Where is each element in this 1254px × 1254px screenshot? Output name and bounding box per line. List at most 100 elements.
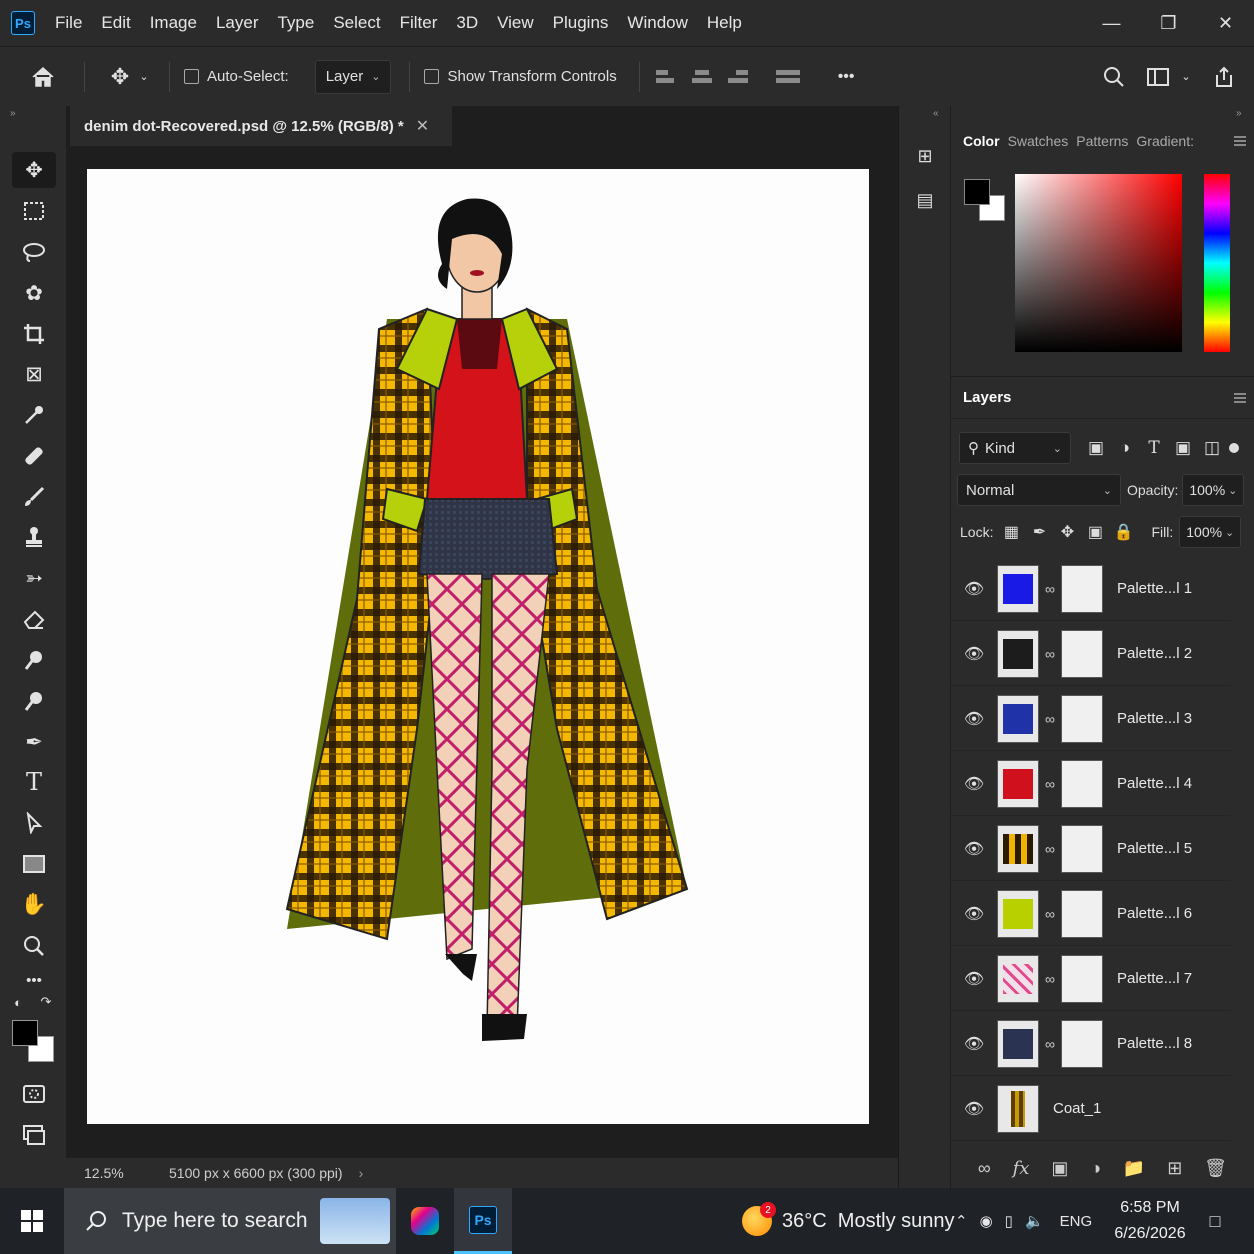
chain-link-icon[interactable]: ∞	[1039, 971, 1061, 987]
menu-help[interactable]: Help	[707, 13, 742, 33]
new-group-icon[interactable]: 📁	[1123, 1158, 1145, 1179]
collapse-icon[interactable]: «	[933, 108, 939, 119]
notification-center-icon[interactable]: □	[1200, 1206, 1230, 1236]
history-brush-tool-icon[interactable]: ➳	[12, 560, 56, 596]
search-icon[interactable]	[1102, 66, 1126, 88]
chain-link-icon[interactable]: ∞	[1039, 841, 1061, 857]
chain-link-icon[interactable]: ∞	[1039, 1036, 1061, 1052]
menu-window[interactable]: Window	[627, 13, 687, 33]
menu-image[interactable]: Image	[150, 13, 197, 33]
document-canvas[interactable]	[87, 169, 869, 1124]
opacity-field[interactable]: 100% ⌄	[1182, 474, 1245, 506]
layer-mask-thumbnail[interactable]	[1061, 824, 1103, 873]
battery-icon[interactable]: ▯	[1005, 1212, 1013, 1230]
chevron-down-icon[interactable]: ⌄	[137, 70, 151, 83]
visibility-eye-icon[interactable]: 👁	[951, 774, 997, 794]
delete-layer-icon[interactable]: 🗑	[1204, 1158, 1227, 1179]
chain-link-icon[interactable]: ∞	[1039, 646, 1061, 662]
layer-mask-thumbnail[interactable]	[1061, 694, 1103, 743]
layer-row[interactable]: 👁 ∞ Palette...l 3	[951, 687, 1231, 751]
collapse-icon[interactable]: »	[1236, 108, 1242, 119]
zoom-tool-icon[interactable]	[12, 928, 56, 964]
weather-widget[interactable]: 2 36°C Mostly sunny	[742, 1188, 955, 1254]
align-right-icon[interactable]	[727, 67, 748, 87]
chain-link-icon[interactable]: ∞	[1039, 711, 1061, 727]
pen-tool-icon[interactable]: ✒	[12, 724, 56, 760]
layer-row[interactable]: 👁 ∞ Palette...l 2	[951, 622, 1231, 686]
new-layer-icon[interactable]: ⊞	[1167, 1158, 1182, 1179]
tab-swatches[interactable]: Swatches	[1008, 133, 1069, 149]
menu-select[interactable]: Select	[333, 13, 380, 33]
visibility-eye-icon[interactable]: 👁	[951, 1034, 997, 1054]
chevron-up-icon[interactable]: ⌃	[955, 1212, 968, 1230]
frame-tool-icon[interactable]: ⊠	[12, 356, 56, 392]
layer-mask-thumbnail[interactable]	[1061, 629, 1103, 678]
type-layer-filter-icon[interactable]: T	[1143, 437, 1165, 459]
layer-thumbnail[interactable]	[997, 824, 1039, 873]
layer-name[interactable]: Palette...l 8	[1117, 1035, 1192, 1052]
path-selection-tool-icon[interactable]	[12, 805, 56, 841]
layer-mask-thumbnail[interactable]	[1061, 889, 1103, 938]
visibility-eye-icon[interactable]: 👁	[951, 969, 997, 989]
layer-mask-thumbnail[interactable]	[1061, 759, 1103, 808]
document-tab[interactable]: denim dot-Recovered.psd @ 12.5% (RGB/8) …	[70, 106, 452, 146]
chevron-right-icon[interactable]: ›	[359, 1165, 364, 1181]
minimize-button[interactable]: —	[1083, 0, 1140, 46]
layer-row[interactable]: 👁 ∞ Palette...l 7	[951, 947, 1231, 1011]
visibility-eye-icon[interactable]: 👁	[951, 904, 997, 924]
taskbar-search-box[interactable]: Type here to search	[64, 1188, 396, 1254]
language-indicator[interactable]: ENG	[1060, 1213, 1093, 1230]
link-layers-icon[interactable]: ∞	[978, 1158, 991, 1179]
layer-name[interactable]: Palette...l 6	[1117, 905, 1192, 922]
foreground-color-swatch[interactable]	[964, 179, 990, 205]
tab-color[interactable]: Color	[963, 133, 1000, 149]
layer-row[interactable]: 👁 ∞ Palette...l 6	[951, 882, 1231, 946]
start-button[interactable]	[0, 1188, 64, 1254]
rectangle-tool-icon[interactable]	[12, 846, 56, 882]
home-icon[interactable]	[28, 66, 58, 88]
close-icon[interactable]: ✕	[416, 116, 429, 136]
lock-image-pixels-icon[interactable]: ✒	[1029, 522, 1049, 542]
layer-name[interactable]: Palette...l 7	[1117, 970, 1192, 987]
system-clock[interactable]: 6:58 PM 6/26/2026	[1110, 1188, 1190, 1254]
layer-name[interactable]: Palette...l 2	[1117, 645, 1192, 662]
security-icon[interactable]: ◉	[980, 1212, 993, 1230]
chain-link-icon[interactable]: ∞	[1039, 581, 1061, 597]
lock-all-icon[interactable]: 🔒	[1113, 522, 1134, 542]
screen-mode-icon[interactable]	[12, 1117, 56, 1153]
layer-name[interactable]: Palette...l 1	[1117, 580, 1192, 597]
hue-slider[interactable]	[1204, 174, 1230, 352]
default-colors-icon[interactable]: ◐	[6, 990, 30, 1014]
layer-mask-thumbnail[interactable]	[1061, 1019, 1103, 1068]
dodge-tool-icon[interactable]	[12, 683, 56, 719]
crop-tool-icon[interactable]	[12, 316, 56, 352]
chain-link-icon[interactable]: ∞	[1039, 906, 1061, 922]
layer-name[interactable]: Palette...l 5	[1117, 840, 1192, 857]
layer-row[interactable]: 👁 Coat_1	[951, 1077, 1231, 1141]
layer-row[interactable]: 👁 ∞ Palette...l 5	[951, 817, 1231, 881]
align-center-icon[interactable]	[691, 67, 712, 87]
close-button[interactable]: ✕	[1197, 0, 1254, 46]
canvas-area[interactable]	[66, 146, 898, 1158]
saturation-brightness-picker[interactable]	[1015, 174, 1182, 352]
menu-layer[interactable]: Layer	[216, 13, 259, 33]
layer-name[interactable]: Coat_1	[1053, 1100, 1101, 1117]
collapse-icon[interactable]: »	[10, 108, 16, 119]
zoom-level[interactable]: 12.5%	[84, 1165, 144, 1181]
lasso-tool-icon[interactable]	[12, 234, 56, 270]
menu-plugins[interactable]: Plugins	[553, 13, 609, 33]
layer-thumbnail[interactable]	[997, 954, 1039, 1003]
hand-tool-icon[interactable]: ✋	[12, 887, 56, 923]
marquee-tool-icon[interactable]	[12, 193, 56, 229]
auto-select-target-dropdown[interactable]: Layer ⌄	[314, 59, 392, 94]
menu-file[interactable]: File	[55, 13, 82, 33]
healing-brush-tool-icon[interactable]	[12, 438, 56, 474]
move-tool-preset-icon[interactable]: ✥	[105, 64, 135, 90]
maximize-button[interactable]: ❐	[1140, 0, 1197, 46]
layer-thumbnail[interactable]	[997, 1019, 1039, 1068]
taskbar-copilot[interactable]	[396, 1188, 454, 1254]
visibility-eye-icon[interactable]: 👁	[951, 579, 997, 599]
taskbar-photoshop[interactable]: Ps	[454, 1188, 512, 1254]
filter-kind-dropdown[interactable]: ⚲ Kind ⌄	[959, 432, 1071, 464]
type-tool-icon[interactable]: T	[12, 764, 56, 800]
